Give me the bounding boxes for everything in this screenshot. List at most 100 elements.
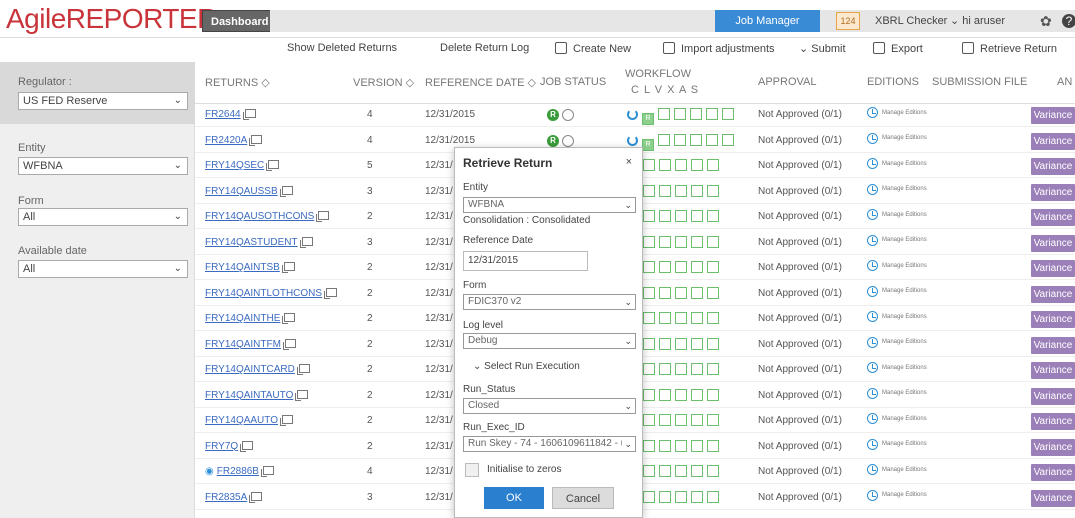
workflow-step-box[interactable]: [722, 133, 734, 146]
editions-cell[interactable]: Manage Editions: [867, 489, 927, 502]
workflow-step-box[interactable]: [675, 286, 687, 299]
workflow-step-box[interactable]: [643, 363, 655, 375]
create-new-button[interactable]: Create New: [555, 42, 631, 55]
workflow-step-box[interactable]: [707, 414, 719, 426]
manage-editions-link[interactable]: Manage Editions: [882, 212, 927, 219]
return-name-cell[interactable]: FRY14QAINTHE: [205, 313, 296, 324]
workflow-step-box[interactable]: [691, 337, 703, 350]
help-icon[interactable]: ?: [1062, 14, 1075, 28]
editions-cell[interactable]: Manage Editions: [867, 107, 927, 119]
workflow-step-box[interactable]: [643, 439, 655, 452]
workflow-step-box[interactable]: [659, 159, 671, 171]
return-link[interactable]: FRY14QAAUTO: [205, 415, 278, 426]
workflow-step-box[interactable]: [707, 388, 719, 401]
copy-icon[interactable]: [260, 466, 274, 477]
workflow-step-box[interactable]: [659, 235, 671, 248]
manage-editions-link[interactable]: Manage Editions: [882, 314, 927, 321]
cancel-button[interactable]: Cancel: [552, 487, 614, 509]
workflow-step-box[interactable]: [675, 261, 687, 273]
workflow-step-box[interactable]: [691, 490, 703, 503]
workflow-step-box[interactable]: [643, 490, 655, 503]
return-name-cell[interactable]: FRY14QSEC: [205, 160, 280, 171]
workflow-step-box[interactable]: [659, 261, 671, 273]
workflow-step-box[interactable]: [643, 184, 655, 197]
variance-button[interactable]: Variance: [1031, 489, 1075, 507]
copy-icon[interactable]: [240, 440, 254, 452]
workflow-step-box[interactable]: [691, 414, 703, 426]
editions-cell[interactable]: Manage Editions: [867, 234, 927, 247]
editions-cell[interactable]: Manage Editions: [867, 183, 927, 196]
eye-icon[interactable]: ◉: [205, 466, 214, 477]
return-link[interactable]: FRY14QASTUDENT: [205, 237, 298, 248]
workflow-step-box[interactable]: [675, 210, 687, 222]
show-deleted-returns-button[interactable]: Show Deleted Returns: [287, 42, 397, 54]
workflow-step-box[interactable]: [707, 312, 719, 324]
variance-button[interactable]: Variance: [1031, 285, 1075, 303]
return-link[interactable]: FRY14QAINTCARD: [205, 364, 295, 375]
col-version[interactable]: VERSION ◇: [353, 76, 414, 89]
variance-button[interactable]: Variance: [1031, 209, 1075, 226]
log-level-select[interactable]: Debug ⌄: [463, 333, 636, 349]
return-name-cell[interactable]: ◉ FR2886B: [205, 466, 274, 477]
return-link[interactable]: FRY14QAINTSB: [205, 262, 280, 273]
copy-icon[interactable]: [316, 211, 330, 222]
workflow-step-box[interactable]: [691, 286, 703, 299]
workflow-step-box[interactable]: [658, 133, 670, 146]
entity-field-select[interactable]: WFBNA ⌄: [463, 197, 636, 213]
job-manager-button[interactable]: Job Manager: [715, 10, 820, 32]
copy-icon[interactable]: [295, 389, 309, 401]
workflow-step-box[interactable]: [674, 133, 686, 146]
manage-editions-link[interactable]: Manage Editions: [882, 237, 927, 244]
return-link[interactable]: FR2644: [205, 109, 241, 120]
workflow-step-box[interactable]: [691, 388, 703, 401]
workflow-step-box[interactable]: [643, 388, 655, 401]
return-link[interactable]: FRY14QAINTHE: [205, 313, 280, 324]
editions-cell[interactable]: Manage Editions: [867, 260, 927, 272]
workflow-step-box[interactable]: [658, 108, 670, 120]
variance-button[interactable]: Variance: [1031, 464, 1075, 481]
copy-icon[interactable]: [324, 287, 338, 299]
copy-icon[interactable]: [281, 262, 295, 273]
workflow-step-box[interactable]: [690, 108, 702, 120]
workflow-step-box[interactable]: [659, 210, 671, 222]
editions-cell[interactable]: Manage Editions: [867, 336, 927, 349]
return-name-cell[interactable]: FR2644: [205, 109, 256, 120]
workflow-step-box[interactable]: [643, 261, 655, 273]
manage-editions-link[interactable]: Manage Editions: [882, 416, 927, 423]
workflow-step-box[interactable]: [691, 159, 703, 171]
copy-icon[interactable]: [282, 313, 296, 324]
workflow-step-box[interactable]: [643, 312, 655, 324]
manage-editions-link[interactable]: Manage Editions: [882, 135, 927, 142]
run-status-select[interactable]: Closed ⌄: [463, 398, 636, 414]
workflow-step-box[interactable]: [675, 490, 687, 503]
col-reference-date[interactable]: REFERENCE DATE ◇: [425, 76, 536, 89]
workflow-step-box[interactable]: [675, 414, 687, 426]
return-name-cell[interactable]: FR2420A: [205, 134, 263, 146]
run-exec-id-select[interactable]: Run Skey - 74 - 1606109611842 - us ⌄: [463, 436, 636, 452]
return-name-cell[interactable]: FRY14QAINTAUTO: [205, 389, 309, 401]
workflow-step-box[interactable]: [707, 184, 719, 197]
regulator-select[interactable]: US FED Reserve ⌄: [18, 92, 188, 110]
return-link[interactable]: FR2420A: [205, 135, 247, 146]
table-row[interactable]: FR2644 4 12/31/2015 R R Not Approved (0/1) Man…: [195, 104, 1075, 127]
return-name-cell[interactable]: FRY14QAINTFM: [205, 338, 296, 350]
variance-button[interactable]: Variance: [1031, 107, 1075, 124]
variance-button[interactable]: Variance: [1031, 362, 1075, 379]
editions-cell[interactable]: Manage Editions: [867, 285, 927, 298]
workflow-step-box[interactable]: [675, 184, 687, 197]
submit-button[interactable]: ⌄ Submit: [799, 42, 846, 55]
editions-cell[interactable]: Manage Editions: [867, 311, 927, 323]
return-name-cell[interactable]: FR2835A: [205, 491, 263, 503]
copy-icon[interactable]: [299, 236, 313, 248]
manage-editions-link[interactable]: Manage Editions: [882, 339, 927, 346]
return-name-cell[interactable]: FRY14QAUSOTHCONS: [205, 211, 330, 222]
editions-cell[interactable]: Manage Editions: [867, 413, 927, 425]
workflow-step-box[interactable]: [643, 159, 655, 171]
workflow-step-box[interactable]: [707, 439, 719, 452]
return-link[interactable]: FRY14QAUSSB: [205, 186, 278, 197]
workflow-step-box[interactable]: [707, 235, 719, 248]
manage-editions-link[interactable]: Manage Editions: [882, 441, 927, 448]
editions-cell[interactable]: Manage Editions: [867, 464, 927, 476]
return-link[interactable]: FRY14QAUSOTHCONS: [205, 211, 314, 222]
workflow-step-box[interactable]: [643, 414, 655, 426]
